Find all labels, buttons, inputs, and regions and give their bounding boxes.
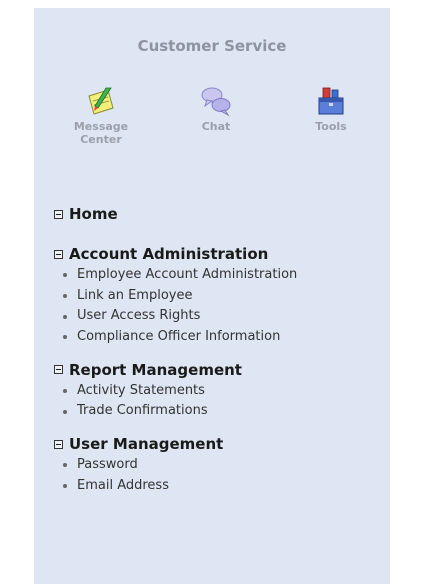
message-center-text: Message Center <box>73 120 129 146</box>
notepad-pencil-icon <box>88 87 114 115</box>
section-account-administration: Account Administration Employee Account … <box>54 243 384 348</box>
report-management-links: Activity Statements Trade Confirmations <box>54 381 384 422</box>
customer-service-panel: Customer Service Message Center Chat Too… <box>34 8 390 584</box>
tools-button[interactable]: Tools <box>281 84 381 133</box>
bullet-icon <box>63 389 67 394</box>
trade-confirmations-link[interactable]: Trade Confirmations <box>77 401 208 422</box>
compliance-officer-information-link[interactable]: Compliance Officer Information <box>77 327 280 348</box>
collapse-icon[interactable] <box>54 249 63 259</box>
email-address-link[interactable]: Email Address <box>77 476 169 497</box>
list-item: Compliance Officer Information <box>63 327 384 348</box>
section-report-management: Report Management Activity Statements Tr… <box>54 359 384 422</box>
chat-button[interactable]: Chat <box>166 84 266 133</box>
bullet-icon <box>63 335 67 340</box>
section-home: Home <box>54 203 384 225</box>
bullet-icon <box>63 409 67 414</box>
bullet-icon <box>63 463 67 468</box>
report-management-header[interactable]: Report Management <box>54 359 384 381</box>
user-access-rights-link[interactable]: User Access Rights <box>77 306 200 327</box>
chat-label: Chat <box>201 120 231 133</box>
collapse-icon[interactable] <box>54 365 63 375</box>
bullet-icon <box>63 273 67 278</box>
home-link[interactable]: Home <box>54 203 384 225</box>
activity-statements-link[interactable]: Activity Statements <box>77 381 205 402</box>
bullet-icon <box>63 314 67 319</box>
tools-label: Tools <box>315 120 347 133</box>
chat-bubbles-icon <box>201 87 231 117</box>
list-item: Activity Statements <box>63 381 384 402</box>
user-management-links: Password Email Address <box>54 455 384 496</box>
section-title-report-management: Report Management <box>69 360 242 379</box>
collapse-icon[interactable] <box>54 439 63 449</box>
section-title-account-administration: Account Administration <box>69 245 269 263</box>
account-administration-header[interactable]: Account Administration <box>54 243 384 265</box>
account-administration-links: Employee Account Administration Link an … <box>54 265 384 348</box>
section-title-user-management: User Management <box>69 435 224 454</box>
bullet-icon <box>63 484 67 489</box>
bullet-icon <box>63 294 67 299</box>
panel-title: Customer Service <box>137 37 287 55</box>
list-item: User Access Rights <box>63 306 384 327</box>
section-title-home: Home <box>69 205 118 223</box>
navigation-menu: Home Account Administration Employee Acc… <box>54 203 384 508</box>
list-item: Password <box>63 455 384 476</box>
link-an-employee-link[interactable]: Link an Employee <box>77 286 192 307</box>
message-center-button[interactable]: Message Center <box>51 84 151 146</box>
list-item: Link an Employee <box>63 286 384 307</box>
message-center-label: Message Center <box>51 120 151 146</box>
section-user-management: User Management Password Email Address <box>54 433 384 496</box>
password-link[interactable]: Password <box>77 455 138 476</box>
employee-account-administration-link[interactable]: Employee Account Administration <box>77 265 297 286</box>
toolbox-icon <box>318 87 344 115</box>
list-item: Email Address <box>63 476 384 497</box>
list-item: Trade Confirmations <box>63 401 384 422</box>
user-management-header[interactable]: User Management <box>54 433 384 455</box>
collapse-icon[interactable] <box>54 209 63 219</box>
list-item: Employee Account Administration <box>63 265 384 286</box>
